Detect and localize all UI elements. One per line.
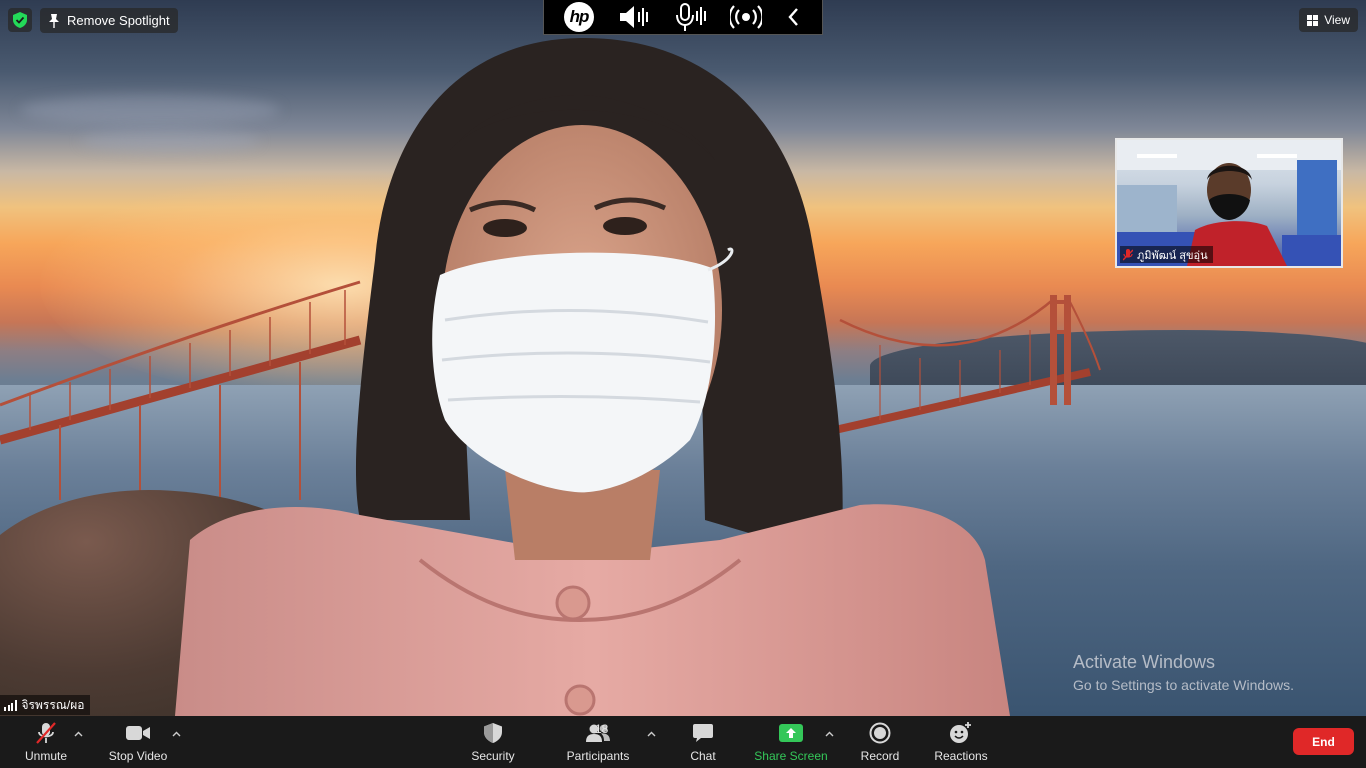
share-screen-icon [779,724,803,742]
security-shield-button[interactable] [8,8,32,32]
end-meeting-button[interactable]: End [1293,728,1354,755]
chevron-left-icon [788,8,798,26]
participants-button[interactable]: 18 Participants [564,716,632,768]
record-button[interactable]: Record [856,716,904,768]
stop-video-button[interactable]: Stop Video [104,716,172,768]
shield-check-icon [13,12,27,28]
view-button[interactable]: View [1299,8,1358,32]
unmute-label: Unmute [24,749,68,763]
chat-button[interactable]: Chat [684,716,722,768]
chevron-up-icon [172,731,180,737]
view-label: View [1324,13,1350,27]
chevron-up-icon [647,731,655,737]
chevron-up-icon [825,731,833,737]
reactions-smiley-icon [950,722,971,743]
collapse-bar-button[interactable] [786,0,802,35]
record-icon [869,722,891,744]
thumbnail-participant-name: ภูมิพัฒน์ สุขอุ่น [1137,249,1208,262]
video-camera-icon [126,726,150,740]
share-screen-label: Share Screen [754,749,828,763]
muted-microphone-icon [36,722,56,744]
record-label: Record [860,749,900,763]
participants-count: 18 [595,722,609,736]
oem-control-bar: hp [543,0,823,35]
grid-icon [1307,14,1319,26]
activate-windows-watermark: Activate Windows Go to Settings to activ… [1073,652,1294,693]
stop-video-label: Stop Video [108,749,168,763]
speaker-button[interactable] [618,0,650,35]
speaker-icon [620,6,648,28]
thumbnail-label: ภูมิพัฒน์ สุขอุ่น [1120,246,1213,263]
participants-options-caret[interactable] [645,728,657,740]
chat-bubble-icon [693,724,713,742]
hp-logo-button[interactable]: hp [564,0,594,35]
participant-video [175,37,1010,716]
security-button[interactable]: Security [466,716,520,768]
video-options-caret[interactable] [170,728,182,740]
watermark-subtitle: Go to Settings to activate Windows. [1073,677,1294,693]
signal-bars-icon [4,699,17,711]
remove-spotlight-label: Remove Spotlight [67,13,170,28]
end-label: End [1312,734,1335,749]
unmute-button[interactable]: Unmute [16,716,76,768]
pin-icon [49,13,59,28]
broadcast-button[interactable] [730,0,762,35]
main-video-stage: จิรพรรณ/ผอ [0,0,1366,716]
chevron-up-icon [74,731,82,737]
participant-thumbnail[interactable]: ภูมิพัฒน์ สุขอุ่น [1115,138,1343,268]
reactions-button[interactable]: Reactions [930,716,992,768]
watermark-title: Activate Windows [1073,652,1216,672]
broadcast-icon [730,5,762,29]
security-label: Security [471,749,515,763]
muted-mic-icon [1123,248,1133,260]
participants-label: Participants [566,749,630,763]
chat-label: Chat [690,749,716,763]
main-participant-name: จิรพรรณ/ผอ [21,697,85,712]
meeting-toolbar: Unmute Stop Video Security 18 Participan… [0,716,1366,768]
remove-spotlight-button[interactable]: Remove Spotlight [40,8,178,33]
microphone-icon [676,3,706,31]
share-options-caret[interactable] [823,728,835,740]
audio-options-caret[interactable] [72,728,84,740]
hp-logo: hp [564,2,594,32]
reactions-label: Reactions [934,749,988,763]
main-participant-label: จิรพรรณ/ผอ [0,695,91,715]
microphone-button[interactable] [674,0,706,35]
share-screen-button[interactable]: Share Screen [752,716,830,768]
shield-icon [484,723,502,743]
